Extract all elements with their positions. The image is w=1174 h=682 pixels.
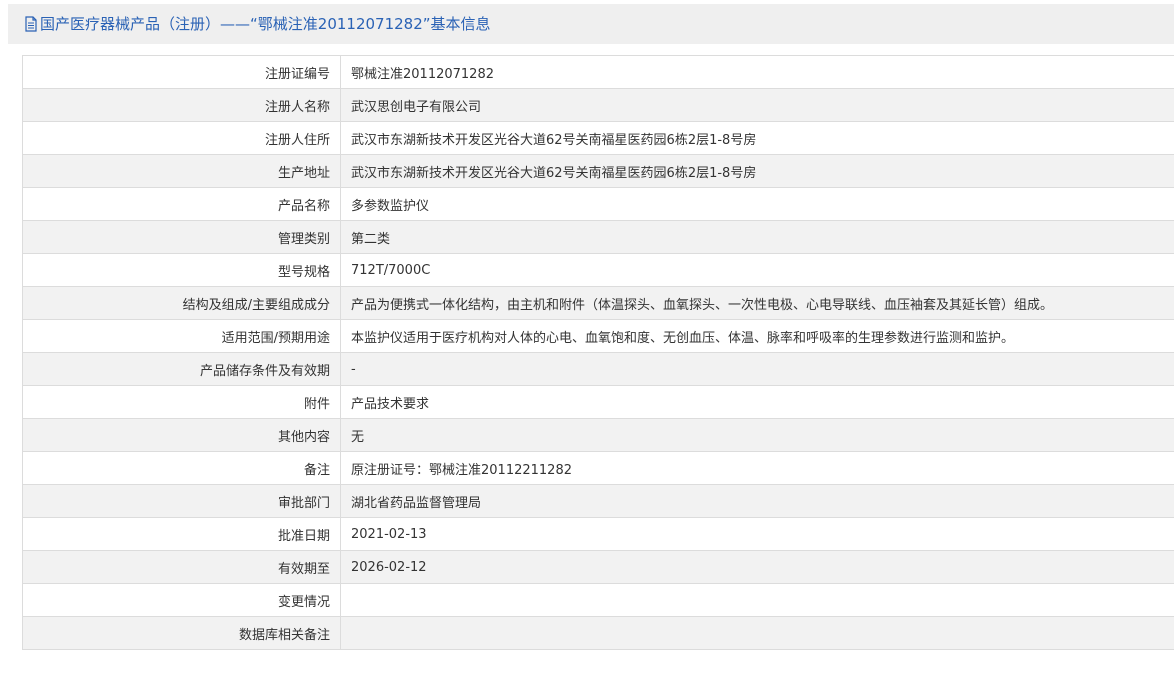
field-value: 2021-02-13 bbox=[340, 517, 1174, 551]
table-row: 变更情况 bbox=[22, 583, 1174, 617]
field-label: 批准日期 bbox=[22, 517, 341, 551]
table-row: 备注 原注册证号：鄂械注准20112211282 bbox=[22, 451, 1174, 485]
field-label: 适用范围/预期用途 bbox=[22, 319, 341, 353]
field-label: 型号规格 bbox=[22, 253, 341, 287]
field-label: 附件 bbox=[22, 385, 341, 419]
field-value: 湖北省药品监督管理局 bbox=[340, 484, 1174, 518]
field-value: 原注册证号：鄂械注准20112211282 bbox=[340, 451, 1174, 485]
table-row: 注册人住所 武汉市东湖新技术开发区光谷大道62号关南福星医药园6栋2层1-8号房 bbox=[22, 121, 1174, 155]
field-value: 产品技术要求 bbox=[340, 385, 1174, 419]
field-label: 备注 bbox=[22, 451, 341, 485]
field-label: 生产地址 bbox=[22, 154, 341, 188]
field-value: 鄂械注准20112071282 bbox=[340, 55, 1174, 89]
table-row: 批准日期 2021-02-13 bbox=[22, 517, 1174, 551]
table-row: 注册人名称 武汉思创电子有限公司 bbox=[22, 88, 1174, 122]
table-row: 有效期至 2026-02-12 bbox=[22, 550, 1174, 584]
field-value: 多参数监护仪 bbox=[340, 187, 1174, 221]
field-value: 武汉市东湖新技术开发区光谷大道62号关南福星医药园6栋2层1-8号房 bbox=[340, 121, 1174, 155]
field-value: - bbox=[340, 352, 1174, 386]
field-label: 其他内容 bbox=[22, 418, 341, 452]
table-row: 生产地址 武汉市东湖新技术开发区光谷大道62号关南福星医药园6栋2层1-8号房 bbox=[22, 154, 1174, 188]
field-label: 产品名称 bbox=[22, 187, 341, 221]
field-value bbox=[340, 583, 1174, 617]
table-row: 其他内容无 bbox=[22, 418, 1174, 452]
field-value: 武汉市东湖新技术开发区光谷大道62号关南福星医药园6栋2层1-8号房 bbox=[340, 154, 1174, 188]
field-value: 产品为便携式一体化结构，由主机和附件（体温探头、血氧探头、一次性电极、心电导联线… bbox=[340, 286, 1174, 320]
field-label: 变更情况 bbox=[22, 583, 341, 617]
field-value bbox=[340, 616, 1174, 650]
table-row: 数据库相关备注 bbox=[22, 616, 1174, 650]
table-row: 审批部门 湖北省药品监督管理局 bbox=[22, 484, 1174, 518]
field-label: 产品储存条件及有效期 bbox=[22, 352, 341, 386]
table-row: 型号规格 712T/7000C bbox=[22, 253, 1174, 287]
field-label: 数据库相关备注 bbox=[22, 616, 341, 650]
header-bar: 国产医疗器械产品（注册）——“鄂械注准20112071282”基本信息 bbox=[8, 4, 1174, 44]
field-label: 审批部门 bbox=[22, 484, 341, 518]
field-label: 注册证编号 bbox=[22, 55, 341, 89]
field-value: 武汉思创电子有限公司 bbox=[340, 88, 1174, 122]
field-value: 本监护仪适用于医疗机构对人体的心电、血氧饱和度、无创血压、体温、脉率和呼吸率的生… bbox=[340, 319, 1174, 353]
field-value: 712T/7000C bbox=[340, 253, 1174, 287]
info-panel: 注册证编号 鄂械注准20112071282 注册人名称 武汉思创电子有限公司 注册人住所… bbox=[8, 44, 1174, 682]
table-row: 注册证编号 鄂械注准20112071282 bbox=[22, 55, 1174, 89]
table-row: 适用范围/预期用途 本监护仪适用于医疗机构对人体的心电、血氧饱和度、无创血压、体温… bbox=[22, 319, 1174, 353]
field-label: 有效期至 bbox=[22, 550, 341, 584]
table-row: 产品名称 多参数监护仪 bbox=[22, 187, 1174, 221]
page-title: 国产医疗器械产品（注册）——“鄂械注准20112071282”基本信息 bbox=[40, 15, 491, 33]
field-label: 结构及组成/主要组成成分 bbox=[22, 286, 341, 320]
table-row: 管理类别 第二类 bbox=[22, 220, 1174, 254]
table-row: 附件 产品技术要求 bbox=[22, 385, 1174, 419]
info-table: 注册证编号 鄂械注准20112071282 注册人名称 武汉思创电子有限公司 注册人住所… bbox=[22, 55, 1174, 650]
field-label: 管理类别 bbox=[22, 220, 341, 254]
field-label: 注册人住所 bbox=[22, 121, 341, 155]
field-value: 第二类 bbox=[340, 220, 1174, 254]
field-label: 注册人名称 bbox=[22, 88, 341, 122]
document-icon bbox=[24, 16, 38, 32]
field-value: 2026-02-12 bbox=[340, 550, 1174, 584]
table-row: 产品储存条件及有效期 - bbox=[22, 352, 1174, 386]
table-row: 结构及组成/主要组成成分 产品为便携式一体化结构，由主机和附件（体温探头、血氧探头… bbox=[22, 286, 1174, 320]
field-value: 无 bbox=[340, 418, 1174, 452]
page: 国产医疗器械产品（注册）——“鄂械注准20112071282”基本信息 注册证编… bbox=[0, 0, 1174, 682]
